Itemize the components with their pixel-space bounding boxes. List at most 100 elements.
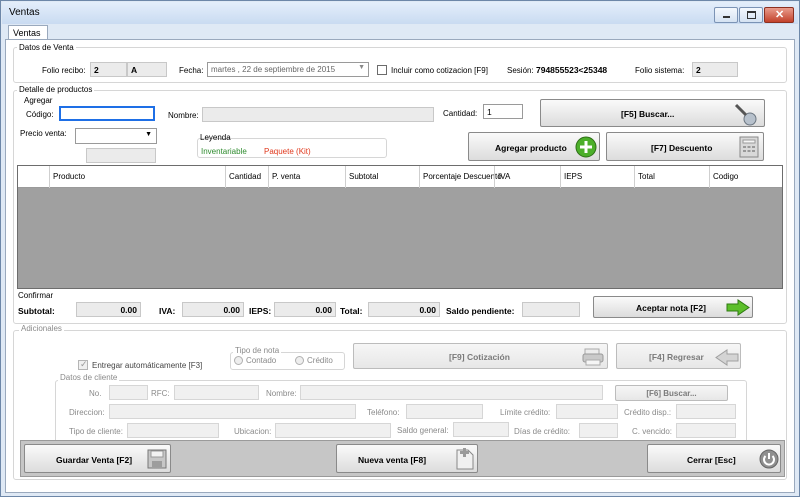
credito-disp-field	[676, 404, 736, 419]
no-label: No.	[89, 389, 102, 398]
col-porcentaje-descuento[interactable]: Porcentaje Descuento	[419, 166, 502, 188]
cotizacion-label: Incluir como cotizacion [F9]	[391, 66, 488, 75]
cotizacion-button[interactable]: [F9] Cotización	[353, 343, 608, 369]
precio-venta-select[interactable]: ▼	[75, 128, 157, 144]
ieps-field: 0.00	[274, 302, 336, 317]
col-subtotal[interactable]: Subtotal	[345, 166, 419, 188]
col-codigo[interactable]: Codigo	[709, 166, 782, 188]
productos-table[interactable]: Producto Cantidad P. venta Subtotal Porc…	[17, 165, 783, 289]
nueva-venta-button[interactable]: Nueva venta [F8]	[336, 444, 478, 473]
tipo-cliente-field	[127, 423, 219, 438]
limite-credito-field	[556, 404, 618, 419]
rfc-label: RFC:	[151, 389, 170, 398]
aceptar-nota-label: Aceptar nota [F2]	[636, 303, 706, 313]
col-ieps[interactable]: IEPS	[560, 166, 634, 188]
nombre-cliente-label: Nombre:	[266, 389, 297, 398]
nueva-venta-label: Nueva venta [F8]	[358, 455, 427, 465]
maximize-button[interactable]	[739, 7, 763, 23]
floppy-disk-icon	[147, 449, 167, 469]
tipo-nota-title: Tipo de nota	[233, 346, 282, 355]
arrow-right-icon	[726, 299, 750, 316]
rfc-field	[174, 385, 259, 400]
entregar-label: Entregar automáticamente [F3]	[92, 361, 203, 370]
ventas-window: Ventas ✕ Ventas Datos de Venta Folio rec…	[0, 0, 800, 497]
dias-credito-field	[579, 423, 618, 438]
limite-credito-label: Límite crédito:	[500, 408, 551, 417]
title-bar: Ventas ✕	[2, 2, 798, 24]
aceptar-nota-button[interactable]: Aceptar nota [F2]	[593, 296, 753, 318]
ubicacion-field	[275, 423, 391, 438]
arrow-left-icon	[715, 349, 739, 366]
sesion-value: 794855523<25348	[536, 65, 608, 75]
buscar-producto-label: [F5] Buscar...	[621, 109, 675, 119]
window-title: Ventas	[9, 7, 40, 18]
minimize-button[interactable]	[714, 7, 738, 23]
checkmark-icon: ✓	[80, 359, 88, 369]
dias-credito-label: Días de crédito:	[514, 427, 571, 436]
tab-ventas[interactable]: Ventas	[8, 25, 48, 40]
codigo-input[interactable]	[59, 106, 155, 121]
saldo-pendiente-label: Saldo pendiente:	[446, 306, 515, 316]
c-vencido-label: C. vencido:	[632, 427, 673, 436]
credito-radio[interactable]	[295, 356, 304, 365]
col-p-venta[interactable]: P. venta	[268, 166, 345, 188]
cantidad-label: Cantidad:	[443, 109, 478, 118]
iva-label: IVA:	[159, 306, 176, 316]
credito-label: Crédito	[307, 356, 333, 365]
minimize-icon	[723, 16, 730, 18]
cantidad-input[interactable]: 1	[483, 104, 523, 119]
telefono-field	[406, 404, 483, 419]
cotizacion-btn-label: [F9] Cotización	[449, 352, 510, 362]
close-button[interactable]: ✕	[764, 7, 794, 23]
guardar-venta-label: Guardar Venta [F2]	[56, 455, 133, 465]
calculator-icon	[739, 136, 759, 158]
adicionales-title: Adicionales	[19, 324, 64, 333]
col-producto[interactable]: Producto	[49, 166, 225, 188]
saldo-general-label: Saldo general:	[397, 426, 449, 435]
total-field: 0.00	[368, 302, 440, 317]
ventas-panel: Datos de Venta Folio recibo: 2 A Fecha: …	[5, 39, 795, 493]
dropdown-arrow-icon[interactable]: ▼	[358, 64, 365, 71]
iva-field: 0.00	[182, 302, 244, 317]
leyenda-inventariable: Inventariable	[201, 147, 247, 156]
ieps-label: IEPS:	[249, 306, 272, 316]
regresar-button[interactable]: [F4] Regresar	[616, 343, 741, 369]
buscar-cliente-button[interactable]: [F6] Buscar...	[615, 385, 728, 401]
col-total[interactable]: Total	[634, 166, 709, 188]
buscar-cliente-label: [F6] Buscar...	[646, 388, 697, 398]
telefono-label: Teléfono:	[367, 408, 400, 417]
guardar-venta-button[interactable]: Guardar Venta [F2]	[24, 444, 171, 473]
col-cantidad[interactable]: Cantidad	[225, 166, 268, 188]
cotizacion-checkbox[interactable]	[377, 65, 387, 75]
cerrar-button[interactable]: Cerrar [Esc]	[647, 444, 781, 473]
direccion-label: Direccion:	[69, 408, 105, 417]
folio-recibo-field: 2	[90, 62, 127, 77]
detalle-productos-title: Detalle de productos	[17, 85, 95, 94]
close-icon: ✕	[775, 9, 785, 21]
fecha-picker[interactable]: martes , 22 de septiembre de 2015 ▼	[207, 62, 369, 77]
tipo-cliente-label: Tipo de cliente:	[69, 427, 123, 436]
power-icon	[759, 449, 779, 469]
cerrar-label: Cerrar [Esc]	[687, 455, 736, 465]
col-iva[interactable]: IVA	[494, 166, 560, 188]
printer-icon	[582, 348, 604, 366]
ubicacion-label: Ubicacion:	[234, 427, 272, 436]
contado-radio[interactable]	[234, 356, 243, 365]
regresar-label: [F4] Regresar	[649, 352, 704, 362]
direccion-field	[109, 404, 356, 419]
nombre-field	[202, 107, 434, 122]
no-field	[109, 385, 148, 400]
agregar-producto-label: Agregar producto	[495, 143, 567, 153]
buscar-producto-button[interactable]: [F5] Buscar...	[540, 99, 765, 127]
agregar-producto-button[interactable]: Agregar producto	[468, 132, 600, 161]
leyenda-title: Leyenda	[200, 133, 231, 142]
nombre-cliente-field	[300, 385, 603, 400]
footer-bar: Guardar Venta [F2] Nueva venta [F8] Cerr…	[20, 440, 785, 477]
magnifier-icon	[734, 103, 757, 126]
descuento-button[interactable]: [F7] Descuento	[606, 132, 764, 161]
folio-serie-field: A	[127, 62, 167, 77]
table-header: Producto Cantidad P. venta Subtotal Porc…	[18, 166, 782, 188]
fecha-value: martes , 22 de septiembre de 2015	[211, 65, 336, 74]
contado-label: Contado	[246, 356, 277, 365]
entregar-checkbox[interactable]: ✓	[78, 359, 88, 370]
